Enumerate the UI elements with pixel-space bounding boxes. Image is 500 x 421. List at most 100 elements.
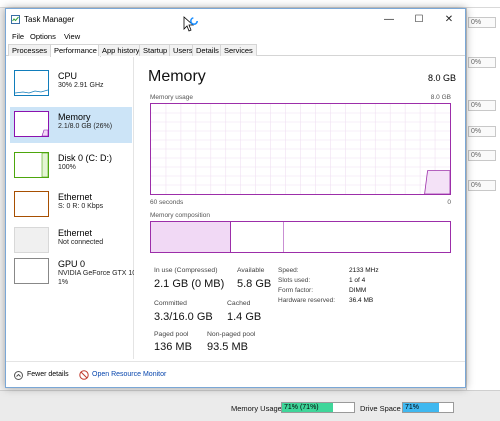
form-factor-label: Form factor: [278, 287, 314, 294]
sidebar-item-value: 2.1/8.0 GB (26%) [58, 123, 113, 130]
paged-pool-value: 136 MB [154, 341, 192, 353]
hardware-reserved-label: Hardware reserved: [278, 297, 336, 304]
tab-app-history[interactable]: App history [98, 44, 144, 56]
page-title: Memory [148, 68, 206, 85]
memory-usage-graph [150, 103, 451, 195]
non-paged-pool-label: Non-paged pool [207, 331, 256, 338]
sidebar-item-label: Ethernet [58, 228, 93, 238]
non-paged-pool-value: 93.5 MB [207, 341, 248, 353]
committed-label: Committed [154, 300, 187, 307]
menu-file[interactable]: File [12, 32, 24, 41]
tab-services[interactable]: Services [220, 44, 257, 56]
sidebar-item-value: S: 0 R: 0 Kbps [58, 203, 104, 210]
status-bar: Memory Usage 71% (71%) Drive Space 71% [0, 398, 500, 416]
minimize-button[interactable]: — [374, 11, 404, 29]
memory-composition-bar [150, 221, 451, 253]
in-use-label: In use (Compressed) [154, 267, 218, 274]
sidebar-item-value: NVIDIA GeForce GTX 10! [58, 270, 134, 277]
background-field: 0% [468, 126, 496, 137]
hardware-reserved-value: 36.4 MB [349, 297, 374, 304]
sidebar-item-memory[interactable]: Memory 2.1/8.0 GB (26%) [10, 107, 132, 143]
memory-thumbnail [14, 111, 49, 137]
drive-space-value: 71% [405, 404, 420, 411]
tab-startup[interactable]: Startup [139, 44, 172, 56]
slots-used-value: 1 of 4 [349, 277, 366, 284]
time-range-left-label: 60 seconds [150, 199, 184, 206]
committed-value: 3.3/16.0 GB [154, 311, 213, 323]
paged-pool-label: Paged pool [154, 331, 189, 338]
form-factor-value: DIMM [349, 287, 367, 294]
available-value: 5.8 GB [237, 278, 272, 290]
sidebar-item-gpu[interactable]: GPU 0 NVIDIA GeForce GTX 10! 1% [10, 254, 134, 290]
sidebar-item-value: Not connected [58, 239, 104, 246]
resource-sidebar: CPU 30% 2.91 GHz Memory 2.1/8.0 GB (26%)… [6, 57, 134, 359]
composition-in-use [151, 222, 231, 252]
time-range-right-label: 0 [447, 199, 451, 206]
menu-view[interactable]: View [64, 32, 80, 41]
menu-bar: File Options View [6, 31, 465, 44]
in-use-value: 2.1 GB (0 MB) [154, 278, 225, 290]
cached-label: Cached [227, 300, 251, 307]
memory-usage-value: 71% (71%) [284, 404, 319, 411]
disk-thumbnail-graph [41, 152, 49, 178]
open-resource-monitor-link[interactable]: Open Resource Monitor [92, 371, 166, 378]
memory-usage-graph-svg [151, 104, 450, 194]
sidebar-item-usage: 1% [58, 279, 69, 286]
speed-label: Speed: [278, 267, 299, 274]
graph-grid [151, 104, 450, 194]
sidebar-item-label: Disk 0 (C: D:) [58, 153, 112, 163]
sidebar-item-label: CPU [58, 71, 78, 81]
close-button[interactable]: ✕ [434, 11, 464, 29]
sidebar-item-ethernet-1[interactable]: Ethernet S: 0 R: 0 Kbps [10, 187, 132, 223]
composition-free [285, 222, 450, 252]
memory-thumbnail-graph [41, 129, 49, 137]
sidebar-item-label: GPU 0 [58, 259, 86, 269]
maximize-button[interactable]: ☐ [404, 11, 434, 29]
memory-usage-bar: 71% (71%) [281, 402, 355, 413]
resource-monitor-icon [79, 370, 89, 380]
cpu-thumbnail [14, 70, 49, 96]
sidebar-item-value: 100% [58, 164, 76, 171]
sidebar-item-label: Ethernet [58, 192, 93, 202]
memory-panel: Memory 8.0 GB Memory usage 8.0 GB 60 sec… [142, 57, 464, 359]
sidebar-item-disk[interactable]: Disk 0 (C: D:) 100% [10, 148, 132, 184]
drive-space-label: Drive Space [360, 404, 401, 413]
cached-value: 1.4 GB [227, 311, 262, 323]
sidebar-item-label: Memory [58, 112, 91, 122]
chevron-up-icon[interactable] [14, 371, 23, 380]
task-manager-window: Task Manager — ☐ ✕ File Options View Pro… [5, 8, 466, 388]
background-field: 0% [468, 17, 496, 28]
fewer-details-link[interactable]: Fewer details [27, 371, 69, 378]
memory-total: 8.0 GB [427, 73, 456, 83]
tab-processes[interactable]: Processes [8, 44, 52, 56]
memory-usage-graph-label: Memory usage [150, 94, 193, 101]
memory-usage-area [424, 170, 450, 194]
cpu-thumbnail-graph [14, 89, 49, 94]
ethernet-thumbnail [14, 227, 49, 253]
drive-space-bar: 71% [402, 402, 454, 413]
sidebar-item-value: 30% 2.91 GHz [58, 82, 104, 89]
sidebar-item-cpu[interactable]: CPU 30% 2.91 GHz [10, 66, 132, 102]
background-field: 0% [468, 57, 496, 68]
gpu-thumbnail [14, 258, 49, 284]
disk-thumbnail [14, 152, 49, 178]
tab-bar: Processes Performance App history Startu… [6, 44, 465, 57]
title-bar[interactable]: Task Manager — ☐ ✕ [6, 9, 465, 31]
background-top-bar [0, 0, 500, 8]
task-manager-icon [11, 15, 20, 24]
ethernet-thumbnail [14, 191, 49, 217]
footer: Fewer details Open Resource Monitor [6, 361, 465, 388]
tab-performance[interactable]: Performance [50, 44, 101, 57]
memory-usage-max-label: 8.0 GB [430, 94, 451, 101]
menu-options[interactable]: Options [30, 32, 56, 41]
slots-used-label: Slots used: [278, 277, 311, 284]
tab-details[interactable]: Details [192, 44, 223, 56]
background-field: 0% [468, 180, 496, 191]
busy-cursor-icon [183, 16, 199, 32]
background-field: 0% [468, 150, 496, 161]
composition-modified [233, 222, 284, 252]
background-field: 0% [468, 100, 496, 111]
memory-usage-label: Memory Usage [231, 404, 282, 413]
window-title: Task Manager [24, 15, 75, 24]
available-label: Available [237, 267, 265, 274]
